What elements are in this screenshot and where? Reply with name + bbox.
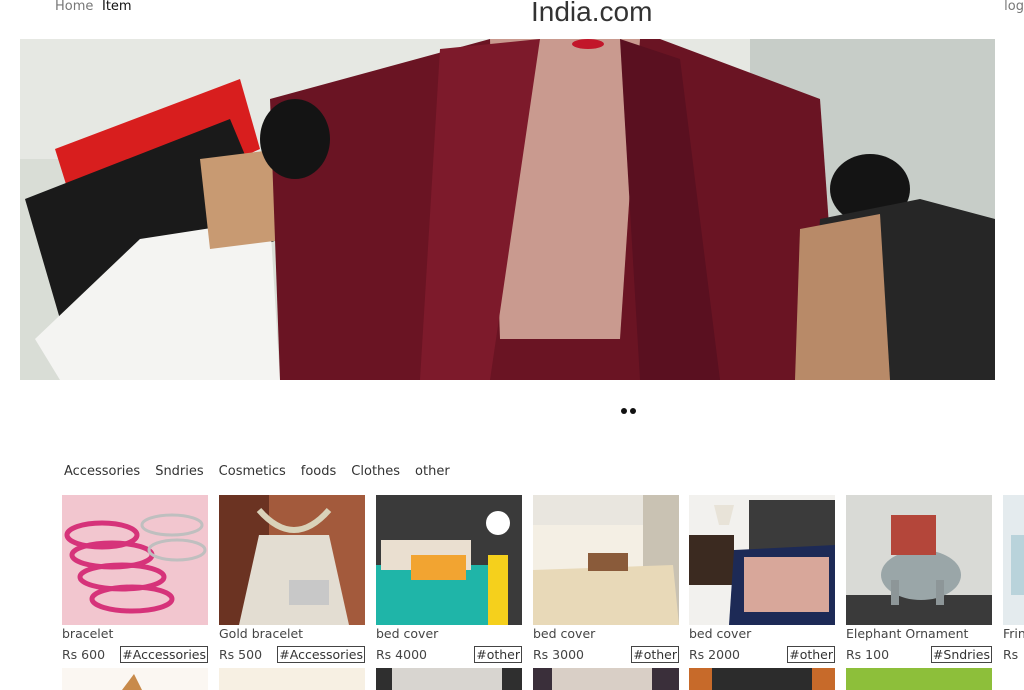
product-price: Rs 4000 xyxy=(376,647,427,662)
product-price: Rs 500 xyxy=(219,647,263,662)
category-cosmetics[interactable]: Cosmetics xyxy=(219,464,286,482)
product-tag[interactable]: #Sndries xyxy=(930,646,992,663)
product-card[interactable]: Gold bracelet Rs 500 #Accessories xyxy=(219,495,365,664)
product-grid-row-2 xyxy=(62,668,1024,690)
product-name[interactable]: Gold bracelet xyxy=(219,627,365,641)
product-price: Rs 100 xyxy=(846,647,890,662)
category-accessories[interactable]: Accessories xyxy=(64,464,140,482)
product-tag[interactable]: #other xyxy=(474,646,522,663)
category-clothes[interactable]: Clothes xyxy=(351,464,400,482)
product-image[interactable] xyxy=(376,495,522,625)
login-link[interactable]: log xyxy=(1004,0,1024,14)
product-price: Rs 2000 xyxy=(689,647,740,662)
product-image[interactable] xyxy=(219,495,365,625)
product-row-2-thumbnails[interactable] xyxy=(62,668,1024,690)
nav-item-link[interactable]: Item xyxy=(102,0,132,14)
category-foods[interactable]: foods xyxy=(301,464,337,482)
product-card[interactable]: bed cover Rs 4000 #other xyxy=(376,495,522,664)
product-image[interactable] xyxy=(689,495,835,625)
product-card[interactable]: Elephant Ornament Rs 100 #Sndries xyxy=(846,495,992,664)
product-name[interactable]: Elephant Ornament xyxy=(846,627,992,641)
product-card[interactable]: bed cover Rs 2000 #other xyxy=(689,495,835,664)
product-image[interactable] xyxy=(62,495,208,625)
category-other[interactable]: other xyxy=(415,464,450,482)
product-image[interactable] xyxy=(533,495,679,625)
hero-image xyxy=(20,39,995,380)
nav-home-link[interactable]: Home xyxy=(55,0,93,14)
carousel-dot-2[interactable] xyxy=(630,408,636,414)
product-name[interactable]: bed cover xyxy=(376,627,522,641)
hero-banner[interactable] xyxy=(20,39,995,380)
product-tag[interactable]: #other xyxy=(787,646,835,663)
product-name[interactable]: Frin xyxy=(1003,627,1024,641)
carousel-dot-1[interactable] xyxy=(621,408,627,414)
top-nav: Home Item India.com log xyxy=(0,0,1024,30)
category-sndries[interactable]: Sndries xyxy=(155,464,203,482)
product-grid: bracelet Rs 600 #Accessories Gold bracele… xyxy=(62,495,1024,690)
carousel-indicators[interactable] xyxy=(621,399,639,418)
product-image[interactable] xyxy=(1003,495,1024,625)
category-tabs: Accessories Sndries Cosmetics foods Clot… xyxy=(64,464,465,482)
brand-title[interactable]: India.com xyxy=(531,0,652,30)
product-tag[interactable]: #other xyxy=(631,646,679,663)
product-name[interactable]: bed cover xyxy=(689,627,835,641)
product-name[interactable]: bracelet xyxy=(62,627,208,641)
product-image[interactable] xyxy=(846,495,992,625)
product-name[interactable]: bed cover xyxy=(533,627,679,641)
product-card[interactable]: Frin Rs 1 xyxy=(1003,495,1024,664)
product-price: Rs 1 xyxy=(1003,647,1019,664)
product-tag[interactable]: #Accessories xyxy=(277,646,365,663)
product-card[interactable]: bracelet Rs 600 #Accessories xyxy=(62,495,208,664)
product-price: Rs 600 xyxy=(62,647,106,662)
product-price: Rs 3000 xyxy=(533,647,584,662)
product-tag[interactable]: #Accessories xyxy=(120,646,208,663)
product-card[interactable]: bed cover Rs 3000 #other xyxy=(533,495,679,664)
